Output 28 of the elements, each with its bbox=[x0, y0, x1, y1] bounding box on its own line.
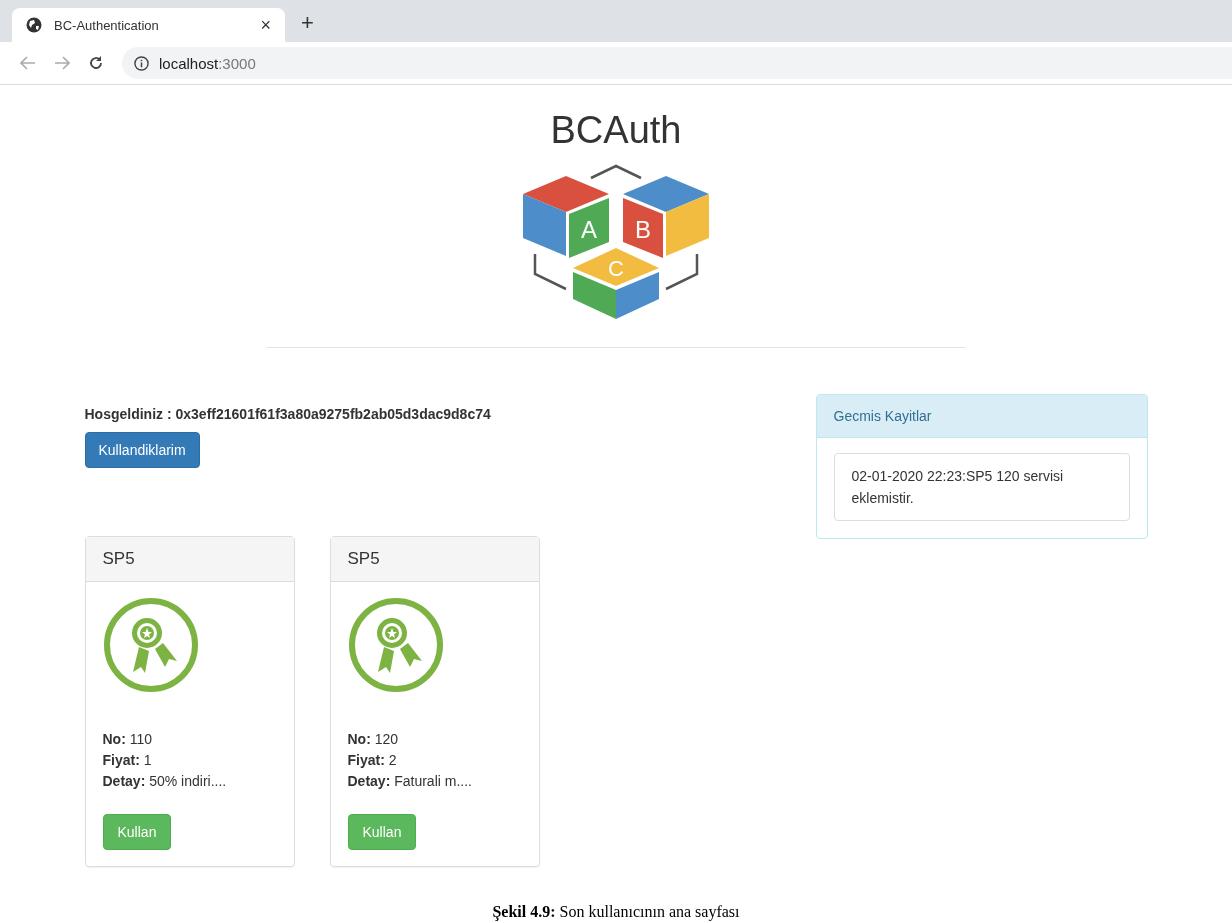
award-ribbon-icon bbox=[347, 597, 444, 693]
used-items-button[interactable]: Kullandiklarim bbox=[84, 432, 200, 468]
card-field: No: 120 bbox=[347, 729, 522, 750]
card-title: SP5 bbox=[85, 537, 294, 582]
new-tab-button[interactable]: + bbox=[301, 10, 314, 36]
back-arrow-icon[interactable] bbox=[20, 56, 36, 70]
browser-tab[interactable]: BC-Authentication × bbox=[12, 8, 285, 42]
globe-icon bbox=[26, 17, 42, 33]
close-tab-button[interactable]: × bbox=[260, 14, 271, 36]
url-text: localhost:3000 bbox=[159, 54, 256, 72]
info-icon bbox=[134, 55, 149, 71]
reload-icon[interactable] bbox=[88, 55, 104, 71]
card-field: Fiyat: 2 bbox=[347, 750, 522, 771]
address-bar[interactable]: localhost:3000 bbox=[122, 47, 1232, 79]
card-field: Detay: Faturali m.... bbox=[347, 771, 522, 792]
tab-title: BC-Authentication bbox=[54, 17, 160, 33]
card-title: SP5 bbox=[330, 537, 539, 582]
welcome-text: Hosgeldiniz : 0x3eff21601f61f3a80a9275fb2ab05d3dac9d8c74 bbox=[84, 406, 492, 422]
figure-caption: Şekil 4.9: Son kullanıcının ana sayfası bbox=[491, 903, 741, 921]
cube-logo-drawing: A B C bbox=[521, 164, 711, 319]
history-entry: 02-01-2020 22:23:SP5 120 servisi eklemistir. bbox=[833, 453, 1130, 521]
panel-title: Gecmis Kayitlar bbox=[816, 395, 1147, 438]
card-field: Fiyat: 1 bbox=[102, 750, 277, 771]
card-field: Detay: 50% indiri.... bbox=[102, 771, 277, 792]
award-ribbon-icon bbox=[102, 597, 199, 693]
app-title: BCAuth bbox=[550, 109, 682, 152]
forward-arrow-icon[interactable] bbox=[54, 56, 70, 70]
card-field: No: 110 bbox=[102, 729, 277, 750]
